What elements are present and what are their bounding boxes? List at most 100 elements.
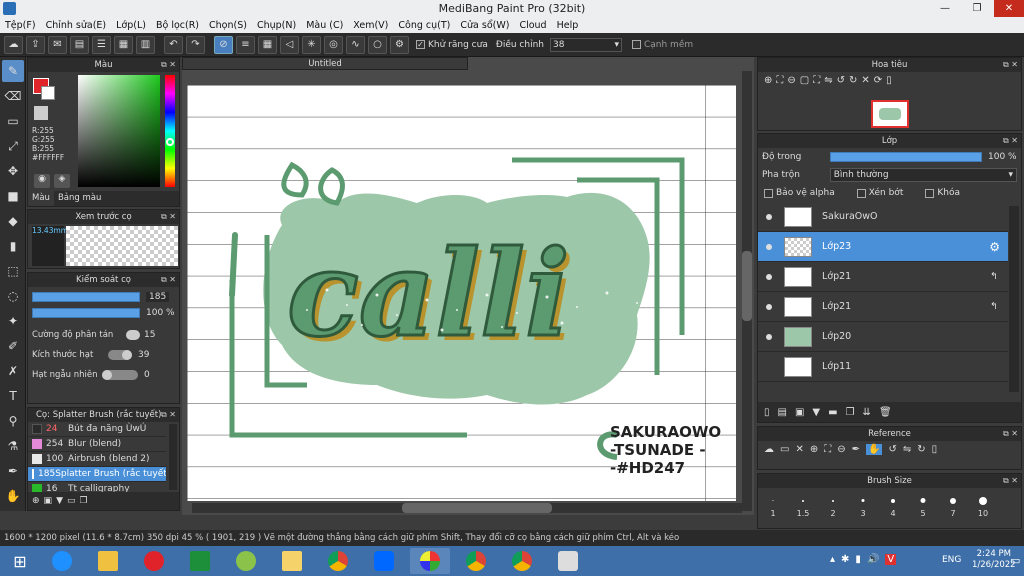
text-tool-icon[interactable]: T xyxy=(2,385,24,407)
eraser-tool-icon[interactable]: ⌫ xyxy=(2,85,24,107)
open-file-icon[interactable]: ▭ xyxy=(780,444,789,455)
taskbar-ie[interactable] xyxy=(42,548,82,574)
grain-size-slider[interactable] xyxy=(108,350,132,360)
menu-help[interactable]: Help xyxy=(552,20,584,31)
menu-file[interactable]: Tệp(F) xyxy=(0,20,41,31)
rotate-left-icon[interactable]: ↺ xyxy=(837,75,845,86)
snap-settings-icon[interactable]: ⚙ xyxy=(390,35,409,54)
eye-icon[interactable] xyxy=(766,303,772,310)
add-layer-menu-icon[interactable]: ▼ xyxy=(812,407,820,418)
tab-untitled[interactable]: Untitled xyxy=(308,59,342,69)
volume-icon[interactable]: 🔊 xyxy=(867,554,879,565)
rect-tool-icon[interactable]: ▭ xyxy=(2,110,24,132)
radial-snap-icon[interactable]: ✳ xyxy=(302,35,321,54)
menu-select[interactable]: Chọn(S) xyxy=(204,20,252,31)
zoom-in-icon[interactable]: ⊕ xyxy=(810,444,818,455)
folder-icon[interactable]: ▭ xyxy=(67,496,76,506)
brush-item[interactable]: 100 Airbrush (blend 2) xyxy=(28,452,166,467)
menu-color[interactable]: Màu (C) xyxy=(301,20,348,31)
taskbar-folder[interactable] xyxy=(88,548,128,574)
share-icon[interactable]: ⇪ xyxy=(26,35,45,54)
taskbar-chrome-3[interactable] xyxy=(502,548,542,574)
close-reference-icon[interactable]: ✕ xyxy=(795,444,803,455)
transparent-swatch[interactable] xyxy=(34,106,48,120)
brush-item[interactable]: 24 Bút đa năng ÙwÚ xyxy=(28,422,166,437)
taskbar-app[interactable] xyxy=(226,548,266,574)
notification-icon[interactable]: ▭ xyxy=(1010,554,1020,567)
antialias-checkbox[interactable]: ✓ xyxy=(416,40,425,49)
panel-options-icon[interactable]: ⧉ ✕ xyxy=(161,408,176,422)
vanishing-snap-icon[interactable]: ◁ xyxy=(280,35,299,54)
adjust-select[interactable]: 38 ▾ xyxy=(549,37,622,52)
undo-icon[interactable]: ↶ xyxy=(164,35,183,54)
layer-row[interactable]: Lớp21 ↰ xyxy=(758,292,1008,322)
saturation-value-picker[interactable] xyxy=(78,75,160,187)
zoom-in-icon[interactable]: ⊕ xyxy=(764,75,772,86)
close-button[interactable]: ✕ xyxy=(994,0,1024,17)
scatter-value[interactable]: 15 xyxy=(144,330,155,340)
panel-options-icon[interactable]: ⧉ ✕ xyxy=(1003,58,1018,72)
select-pen-tool-icon[interactable]: ✐ xyxy=(2,335,24,357)
taskbar-chrome[interactable] xyxy=(318,548,358,574)
menu-filter[interactable]: Bộ lọc(R) xyxy=(151,20,204,31)
taskbar-zalo[interactable] xyxy=(364,548,404,574)
select-eraser-tool-icon[interactable]: ✗ xyxy=(2,360,24,382)
cloud-icon[interactable]: ☁ xyxy=(4,35,23,54)
brush-list-scrollbar[interactable] xyxy=(169,424,177,490)
flip-icon[interactable]: ⇋ xyxy=(824,75,832,86)
tab-palette[interactable]: Bảng màu xyxy=(54,191,105,206)
brush-size-preset[interactable]: 1.5 xyxy=(788,488,818,518)
reset-icon[interactable]: ✕ xyxy=(861,75,869,86)
add-brush-icon[interactable]: ⊕ xyxy=(32,496,40,506)
panel-options-icon[interactable]: ⧉ ✕ xyxy=(1003,427,1018,441)
panel-options-icon[interactable]: ⧉ ✕ xyxy=(1003,474,1018,488)
brush-settings-icon[interactable]: ▣ xyxy=(44,496,53,506)
brush-item[interactable]: 254 Blur (blend) xyxy=(28,437,166,452)
minimize-button[interactable]: — xyxy=(930,0,960,17)
layer-list-scrollbar[interactable] xyxy=(1009,206,1019,392)
brush-size-preset[interactable]: 4 xyxy=(878,488,908,518)
menu-capture[interactable]: Chụp(N) xyxy=(252,20,301,31)
panel-options-icon[interactable]: ⧉ ✕ xyxy=(161,273,176,287)
eye-icon[interactable] xyxy=(766,243,772,250)
brush-size-preset[interactable]: 10 xyxy=(968,488,998,518)
brush-item-selected[interactable]: 185 Splatter Brush (rắc tuyết) xyxy=(28,467,166,482)
duplicate-layer-icon[interactable]: ❐ xyxy=(846,407,855,418)
gradient-tool-icon[interactable]: ▮ xyxy=(2,235,24,257)
brush-size-preset[interactable]: 7 xyxy=(938,488,968,518)
horizontal-scrollbar[interactable] xyxy=(192,503,742,513)
layer-opacity-value[interactable]: 100 % xyxy=(988,152,1017,162)
panel-options-icon[interactable]: ⧉ ✕ xyxy=(161,210,176,224)
layer-row[interactable]: SakuraOwO xyxy=(758,202,1008,232)
bluetooth-icon[interactable]: ✱ xyxy=(841,554,849,565)
transform-tool-icon[interactable]: ⤢ xyxy=(2,135,24,157)
lasso-tool-icon[interactable]: ◌ xyxy=(2,285,24,307)
rotate-left-icon[interactable]: ↺ xyxy=(888,444,896,455)
gear-icon[interactable]: ⚙ xyxy=(989,240,1000,254)
taskbar-medibang[interactable] xyxy=(410,548,450,574)
grain-random-value[interactable]: 0 xyxy=(144,370,150,380)
concentric-snap-icon[interactable]: ◎ xyxy=(324,35,343,54)
drawing-canvas[interactable]: calli calli SAKURAOWO -TSUNADE - -#HD247 xyxy=(187,85,736,501)
bucket-tool-icon[interactable]: ◆ xyxy=(2,210,24,232)
start-button[interactable]: ⊞ xyxy=(2,548,38,574)
layer-row-selected[interactable]: Lớp23 ⚙ xyxy=(758,232,1008,262)
lock-checkbox[interactable] xyxy=(925,188,935,198)
copy-brush-icon[interactable]: ❐ xyxy=(80,496,88,506)
rotate-icon[interactable]: ⟳ xyxy=(874,75,882,86)
hue-handle[interactable] xyxy=(166,138,174,146)
hand-icon[interactable]: ✋ xyxy=(866,444,883,455)
panel-options-icon[interactable]: ⧉ ✕ xyxy=(161,58,176,72)
zoom-out-icon[interactable]: ⊖ xyxy=(787,75,795,86)
brush-size-preset[interactable]: 3 xyxy=(848,488,878,518)
eye-icon[interactable] xyxy=(766,273,772,280)
grain-random-slider[interactable] xyxy=(102,370,138,380)
merge-down-icon[interactable]: ⇊ xyxy=(863,407,871,418)
menu-window[interactable]: Cửa sổ(W) xyxy=(455,20,514,31)
menu-edit[interactable]: Chỉnh sửa(E) xyxy=(41,20,112,31)
eyedropper-tool-icon[interactable]: ⚗ xyxy=(2,435,24,457)
new-layer-icon[interactable]: ▯ xyxy=(764,407,770,418)
view-icon[interactable]: ▯ xyxy=(886,75,892,86)
eye-icon[interactable] xyxy=(766,364,772,370)
taskbar-chrome-2[interactable] xyxy=(456,548,496,574)
